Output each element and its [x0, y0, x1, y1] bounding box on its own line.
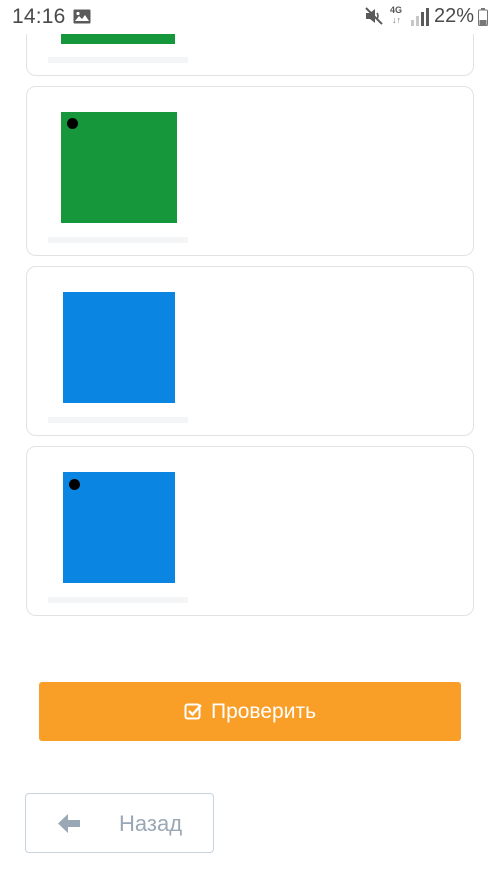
- option-card[interactable]: [26, 266, 474, 436]
- swatch-shadow: [48, 597, 188, 603]
- battery-percent: 22%: [434, 5, 475, 27]
- swatch-shadow: [48, 237, 188, 243]
- swatch-shadow: [48, 417, 188, 423]
- mute-icon: [365, 7, 383, 25]
- arrow-left-icon: [58, 814, 80, 833]
- back-button[interactable]: Назад: [25, 793, 214, 853]
- check-button-label: Проверить: [210, 699, 317, 723]
- option-card[interactable]: [26, 86, 474, 256]
- black-dot-marker: [67, 118, 78, 129]
- swatch-shadow: [48, 57, 188, 63]
- status-time: 14:16: [12, 5, 66, 28]
- signal-icon: [411, 8, 429, 26]
- checkbox-icon: [184, 703, 202, 720]
- network-arrows-icon: ↓↑: [392, 15, 401, 25]
- color-swatch-green: [61, 112, 177, 223]
- back-button-label: Назад: [119, 811, 183, 836]
- color-swatch-blue: [63, 472, 175, 583]
- option-card[interactable]: [26, 446, 474, 616]
- gallery-icon: [73, 9, 91, 24]
- network-4g-icon: 4G ↓↑: [390, 5, 406, 27]
- black-dot-marker: [69, 479, 80, 490]
- status-bar: 14:16 4G ↓↑ 22%: [0, 0, 500, 34]
- network-label: 4G: [390, 5, 403, 15]
- battery-icon: [478, 8, 488, 26]
- check-button[interactable]: Проверить: [39, 682, 461, 741]
- color-swatch-blue: [63, 292, 175, 403]
